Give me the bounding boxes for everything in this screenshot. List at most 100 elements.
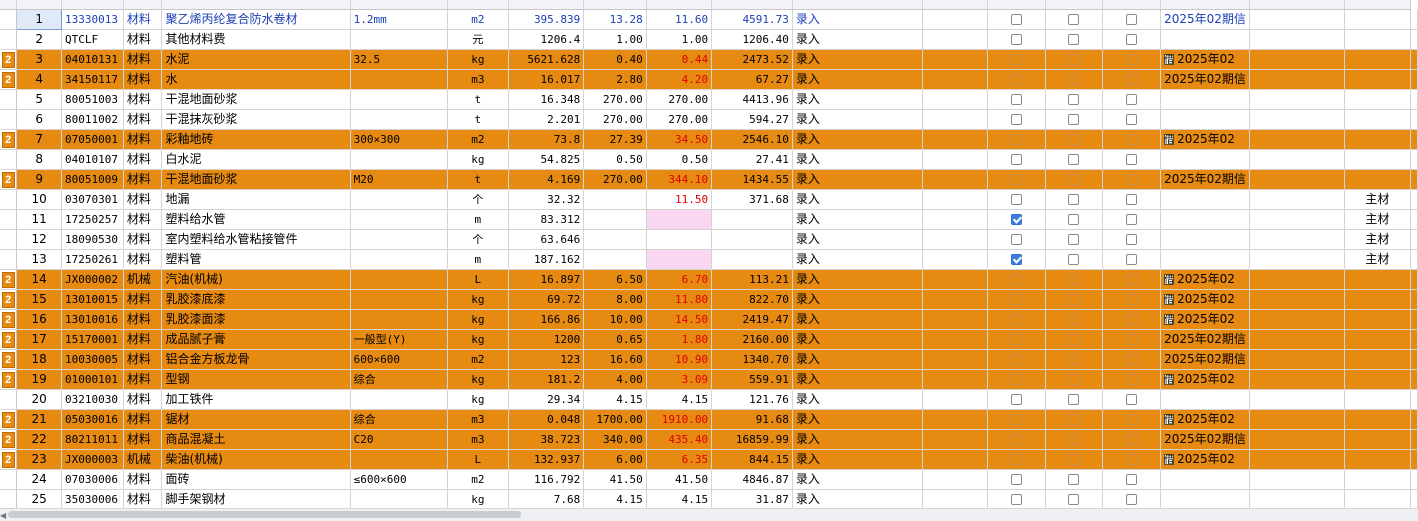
checkbox[interactable] xyxy=(1068,493,1080,505)
material-class-cell[interactable] xyxy=(1344,449,1412,470)
checkbox[interactable] xyxy=(1010,373,1022,385)
quantity-cell[interactable]: 2.201 xyxy=(508,109,585,130)
material-name-cell[interactable]: 乳胶漆底漆 xyxy=(161,289,351,310)
checkbox-cell-2[interactable] xyxy=(1045,289,1104,310)
material-name-cell[interactable]: 干混地面砂浆 xyxy=(161,89,351,110)
price-period-cell[interactable]: 2025年02期信 xyxy=(1160,329,1250,350)
checkbox[interactable] xyxy=(1010,173,1022,185)
type-cell[interactable]: 材料 xyxy=(123,309,163,330)
material-code-cell[interactable]: 17250257 xyxy=(61,209,124,230)
quantity-cell[interactable]: 123 xyxy=(508,349,585,370)
type-cell[interactable]: 材料 xyxy=(123,369,163,390)
table-row[interactable]: 2 9 80051009 材料 干混地面砂浆 M20 t 4.169 270.00 344.10 1… xyxy=(0,169,1418,190)
checkbox[interactable] xyxy=(1068,313,1080,325)
checkbox[interactable] xyxy=(1068,93,1080,105)
price-period-cell[interactable]: 2025年02 xyxy=(1160,269,1250,290)
checkbox-cell-2[interactable] xyxy=(1045,389,1104,410)
unit-cell[interactable]: 个 xyxy=(447,229,510,250)
material-code-cell[interactable]: 07050001 xyxy=(61,129,124,150)
type-cell[interactable]: 材料 xyxy=(123,469,163,490)
material-code-cell[interactable]: JX000002 xyxy=(61,269,124,290)
checkbox-cell-1[interactable] xyxy=(987,49,1046,70)
checkbox-cell-1[interactable] xyxy=(987,209,1046,230)
type-cell[interactable]: 机械 xyxy=(123,449,163,470)
checkbox[interactable] xyxy=(1010,33,1022,45)
material-code-cell[interactable]: 13330013 xyxy=(61,9,124,30)
material-code-cell[interactable]: 15170001 xyxy=(61,329,124,350)
spec-cell[interactable]: 一般型(Y) xyxy=(350,329,448,350)
checkbox[interactable] xyxy=(1126,413,1138,425)
checkbox[interactable] xyxy=(1126,433,1138,445)
material-code-cell[interactable]: 80011002 xyxy=(61,109,124,130)
unit-cell[interactable]: kg xyxy=(447,149,510,170)
material-code-cell[interactable]: 80051003 xyxy=(61,89,124,110)
table-row[interactable]: 6 80011002 材料 干混抹灰砂浆 t 2.201 270.00 270.00 594.2… xyxy=(0,109,1418,130)
material-code-cell[interactable]: 04010131 xyxy=(61,49,124,70)
price-source-cell[interactable]: 录入 xyxy=(792,489,924,508)
table-row[interactable]: 2 21 05030016 材料 锯材 综合 m3 0.048 1700.00 1910.00 91… xyxy=(0,409,1418,430)
checkbox-cell-1[interactable] xyxy=(987,429,1046,450)
unit-cell[interactable]: L xyxy=(447,449,510,470)
material-name-cell[interactable]: 型钢 xyxy=(161,369,351,390)
checkbox-cell-3[interactable] xyxy=(1102,209,1162,230)
unit-cell[interactable]: kg xyxy=(447,49,510,70)
checkbox-cell-2[interactable] xyxy=(1045,469,1104,490)
material-class-cell[interactable] xyxy=(1344,9,1412,30)
checkbox-cell-1[interactable] xyxy=(987,369,1046,390)
material-class-cell[interactable] xyxy=(1344,369,1412,390)
budget-price-cell[interactable]: 340.00 xyxy=(583,429,647,450)
unit-cell[interactable]: t xyxy=(447,109,510,130)
table-row[interactable]: 8 04010107 材料 白水泥 kg 54.825 0.50 0.50 27.41 录入 xyxy=(0,149,1418,170)
price-period-cell[interactable] xyxy=(1160,249,1250,270)
price-source-cell[interactable]: 录入 xyxy=(792,389,924,410)
unit-cell[interactable]: 个 xyxy=(447,189,510,210)
row-number[interactable]: 14 xyxy=(16,269,63,290)
budget-price-cell[interactable]: 2.80 xyxy=(583,69,647,90)
checkbox-cell-3[interactable] xyxy=(1102,309,1162,330)
row-number[interactable]: 23 xyxy=(16,449,63,470)
material-code-cell[interactable]: 10030005 xyxy=(61,349,124,370)
checkbox[interactable] xyxy=(1068,33,1080,45)
checkbox[interactable] xyxy=(1126,233,1138,245)
market-price-cell[interactable]: 270.00 xyxy=(646,89,713,110)
checkbox[interactable] xyxy=(1010,233,1022,245)
budget-price-cell[interactable]: 4.15 xyxy=(583,389,647,410)
price-source-cell[interactable]: 录入 xyxy=(792,309,924,330)
table-row[interactable]: 1 13330013 材料 聚乙烯丙纶复合防水卷材 1.2mm m2 395.839 13.2… xyxy=(0,8,1418,30)
checkbox[interactable] xyxy=(1068,73,1080,85)
material-code-cell[interactable]: 18090530 xyxy=(61,229,124,250)
material-name-cell[interactable]: 地漏 xyxy=(161,189,351,210)
checkbox[interactable] xyxy=(1126,153,1138,165)
material-code-cell[interactable]: 80211011 xyxy=(61,429,124,450)
quantity-cell[interactable]: 16.897 xyxy=(508,269,585,290)
price-source-cell[interactable]: 录入 xyxy=(792,269,924,290)
checkbox-cell-2[interactable] xyxy=(1045,409,1104,430)
checkbox[interactable] xyxy=(1126,313,1138,325)
checkbox[interactable] xyxy=(1010,73,1022,85)
type-cell[interactable]: 材料 xyxy=(123,389,163,410)
material-name-cell[interactable]: 水 xyxy=(161,69,351,90)
table-row[interactable]: 2 22 80211011 材料 商品混凝土 C20 m3 38.723 340.00 435.4… xyxy=(0,429,1418,450)
amount-cell[interactable]: 121.76 xyxy=(711,389,793,410)
checkbox[interactable] xyxy=(1010,333,1022,345)
material-class-cell[interactable]: 主材 xyxy=(1344,209,1412,230)
type-cell[interactable]: 材料 xyxy=(123,189,163,210)
material-class-cell[interactable] xyxy=(1344,269,1412,290)
checkbox-cell-1[interactable] xyxy=(987,409,1046,430)
market-price-cell[interactable]: 6.70 xyxy=(646,269,713,290)
spec-cell[interactable] xyxy=(350,29,448,50)
checkbox[interactable] xyxy=(1068,393,1080,405)
price-period-cell[interactable]: 2025年02 xyxy=(1160,289,1250,310)
checkbox[interactable] xyxy=(1068,173,1080,185)
checkbox-cell-1[interactable] xyxy=(987,9,1046,30)
unit-cell[interactable]: t xyxy=(447,169,510,190)
price-source-cell[interactable]: 录入 xyxy=(792,149,924,170)
quantity-cell[interactable]: 38.723 xyxy=(508,429,585,450)
material-code-cell[interactable]: 05030016 xyxy=(61,409,124,430)
row-number[interactable]: 8 xyxy=(16,149,63,170)
spec-cell[interactable] xyxy=(350,69,448,90)
spec-cell[interactable]: 综合 xyxy=(350,409,448,430)
material-name-cell[interactable]: 聚乙烯丙纶复合防水卷材 xyxy=(161,9,351,30)
checkbox-cell-1[interactable] xyxy=(987,89,1046,110)
checkbox[interactable] xyxy=(1068,13,1080,25)
